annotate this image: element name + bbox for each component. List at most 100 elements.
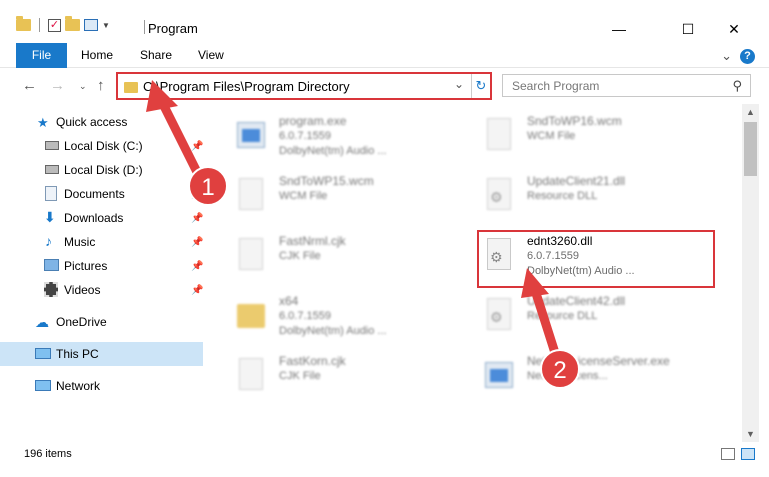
help-icon[interactable]: ? (740, 48, 755, 64)
title-bar: ✓ ▼ Program — ☐ ✕ (0, 0, 769, 43)
scroll-thumb[interactable] (744, 122, 757, 176)
vertical-scrollbar[interactable]: ▲ ▼ (742, 104, 759, 442)
music-icon: ♪ (45, 233, 52, 249)
document-icon (483, 118, 513, 154)
sidebar-item-network[interactable]: Network (0, 374, 203, 398)
file-type: Resource DLL (527, 190, 598, 202)
highlight-box (477, 230, 715, 288)
address-path[interactable]: C:\Program Files\Program Directory (143, 79, 350, 94)
sidebar-item-local-disk-d[interactable]: Local Disk (D:) (0, 158, 203, 182)
ribbon-tabs: File Home Share View ⌄ ? (0, 43, 769, 68)
file-type: CJK File (279, 370, 321, 382)
installer-icon (235, 118, 265, 154)
document-icon (235, 178, 265, 214)
file-item[interactable]: UpdateClient42.dll Resource DLL (483, 292, 723, 348)
network-icon (35, 380, 51, 391)
drive-icon (45, 141, 59, 150)
folder-icon (124, 82, 138, 93)
document-icon (235, 358, 265, 394)
drive-icon (45, 165, 59, 174)
back-arrow-icon[interactable]: ← (22, 77, 37, 94)
file-item[interactable]: SndToWP15.wcm WCM File (235, 172, 475, 228)
file-name: x64 (279, 294, 299, 308)
pin-icon[interactable]: 📌 (191, 141, 203, 152)
file-name: SndToWP16.wcm (527, 114, 622, 128)
tab-file[interactable]: File (16, 43, 67, 68)
scroll-down-icon[interactable]: ▼ (746, 429, 755, 439)
sidebar-item-label: Local Disk (D:) (64, 163, 143, 177)
sidebar-item-downloads[interactable]: ⬇ Downloads 📌 (0, 206, 203, 230)
step-1-callout: 1 (188, 166, 228, 206)
sidebar-item-this-pc[interactable]: This PC (0, 342, 203, 366)
address-bar[interactable]: C:\Program Files\Program Directory ⌄ ↻ (116, 72, 492, 100)
file-description: DolbyNet(tm) Audio ... (279, 145, 387, 157)
details-view-icon[interactable] (721, 448, 735, 460)
file-version: 6.0.7.1559 (279, 130, 331, 142)
sidebar-item-onedrive[interactable]: ☁ OneDrive (0, 310, 203, 334)
file-item[interactable]: UpdateClient21.dll Resource DLL (483, 172, 723, 228)
forward-arrow-icon[interactable]: → (50, 77, 65, 94)
quick-access-toolbar: ✓ ▼ (16, 16, 110, 32)
up-arrow-icon[interactable]: ↑ (97, 77, 105, 94)
document-icon (235, 238, 265, 274)
tab-share[interactable]: Share (140, 43, 172, 68)
star-icon: ★ (37, 115, 49, 130)
search-input[interactable]: Search Program ⚲ (502, 74, 751, 97)
file-type: CJK File (279, 250, 321, 262)
sidebar-item-label: Downloads (64, 211, 124, 225)
pin-icon[interactable]: 📌 (191, 285, 203, 296)
pin-icon[interactable]: 📌 (191, 261, 203, 272)
sidebar-item-documents[interactable]: Documents 📌 (0, 182, 203, 206)
file-item[interactable]: x64 6.0.7.1559 DolbyNet(tm) Audio ... (235, 292, 475, 348)
minimize-button[interactable]: — (596, 15, 642, 43)
sidebar-item-label: OneDrive (56, 315, 107, 329)
properties-icon[interactable] (84, 19, 98, 31)
pin-icon[interactable]: 📌 (191, 213, 203, 224)
pin-icon[interactable]: 📌 (191, 237, 203, 248)
pictures-icon (44, 259, 59, 271)
sidebar-item-label: Local Disk (C:) (64, 139, 143, 153)
divider (144, 20, 145, 34)
sidebar-item-label: Music (64, 235, 96, 249)
download-icon: ⬇ (44, 209, 56, 225)
file-name: program.exe (279, 114, 347, 128)
scroll-up-icon[interactable]: ▲ (746, 107, 755, 117)
divider (39, 18, 40, 32)
file-item[interactable]: FastKorn.cjk CJK File (235, 352, 475, 408)
file-item[interactable]: FastNrml.cjk CJK File (235, 232, 475, 288)
sidebar-item-label: Documents (64, 187, 125, 201)
sidebar-item-local-disk-c[interactable]: Local Disk (C:) 📌 (0, 134, 203, 158)
expand-ribbon-chevron-icon[interactable]: ⌄ (721, 48, 732, 64)
sidebar-item-music[interactable]: ♪ Music 📌 (0, 230, 203, 254)
file-item[interactable]: NetworkLicenseServer.exe Network licens.… (483, 352, 723, 408)
sidebar-item-pictures[interactable]: Pictures 📌 (0, 254, 203, 278)
sidebar-item-label: This PC (56, 347, 99, 361)
sidebar-item-label: Videos (64, 283, 101, 297)
new-folder-icon[interactable] (65, 16, 80, 31)
sidebar-item-label: Pictures (64, 259, 108, 273)
file-type: WCM File (279, 190, 328, 202)
close-button[interactable]: ✕ (711, 15, 757, 43)
tab-view[interactable]: View (198, 43, 224, 68)
file-name: SndToWP15.wcm (279, 174, 374, 188)
refresh-icon[interactable]: ↻ (471, 74, 490, 98)
search-placeholder: Search Program (512, 79, 600, 93)
documents-icon (45, 186, 57, 201)
file-name: UpdateClient21.dll (527, 174, 626, 188)
file-type: Resource DLL (527, 310, 598, 322)
large-icons-view-icon[interactable] (741, 448, 755, 460)
dll-gear-icon (483, 298, 513, 334)
customize-toolbar-chevron-icon[interactable]: ▼ (102, 21, 110, 30)
file-item[interactable]: program.exe 6.0.7.1559 DolbyNet(tm) Audi… (235, 112, 475, 168)
step-2-callout: 2 (540, 349, 580, 389)
search-icon[interactable]: ⚲ (732, 78, 742, 94)
address-history-chevron-icon[interactable]: ⌄ (454, 77, 464, 91)
sidebar-item-quick-access[interactable]: ★ Quick access (0, 110, 203, 134)
recent-locations-chevron-icon[interactable]: ⌄ (79, 81, 87, 92)
file-item[interactable]: SndToWP16.wcm WCM File (483, 112, 723, 168)
sidebar-item-videos[interactable]: Videos 📌 (0, 278, 203, 302)
properties-check-icon[interactable]: ✓ (48, 18, 61, 32)
tab-home[interactable]: Home (81, 43, 113, 68)
maximize-button[interactable]: ☐ (665, 15, 711, 43)
folder-icon[interactable] (16, 16, 31, 31)
